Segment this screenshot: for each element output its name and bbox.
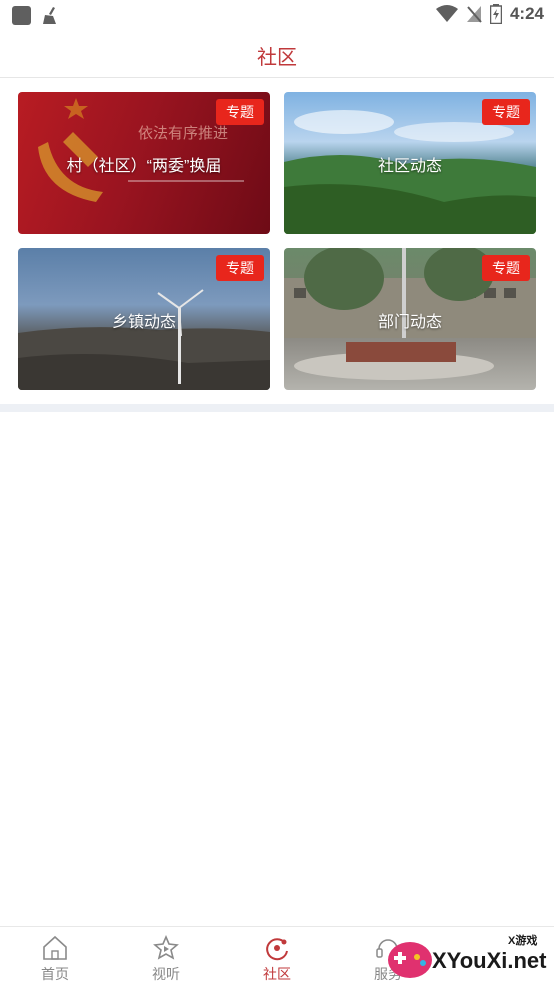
card-community-news[interactable]: 社区动态 专题: [284, 92, 536, 234]
battery-icon: [489, 4, 502, 24]
top-header: 社区: [0, 30, 554, 78]
clock-time: 4:24: [509, 4, 544, 23]
card-department-news[interactable]: 部门动态 专题: [284, 248, 536, 390]
play-star-icon: [153, 935, 179, 960]
nav-label: 首页: [41, 966, 69, 982]
watermark-text: XYouXi.net: [432, 948, 547, 973]
status-bar: 4:24: [0, 0, 554, 30]
topic-badge: 专题: [482, 99, 530, 125]
card-village-election[interactable]: 依法有序推进 村（社区）“两委”换届 专题: [18, 92, 270, 234]
card-title: 乡镇动态: [111, 314, 176, 331]
nav-label: 视听: [152, 966, 180, 982]
topic-badge: 专题: [216, 99, 264, 125]
card-township-news[interactable]: 乡镇动态 专题: [18, 248, 270, 390]
wifi-icon: [435, 5, 458, 22]
card-title: 社区动态: [377, 158, 442, 175]
community-icon: [266, 938, 288, 961]
site-watermark: X游戏 XYouXi.net: [384, 928, 554, 986]
nav-community[interactable]: 社区: [237, 935, 317, 984]
nav-home[interactable]: 首页: [15, 935, 95, 984]
decorative-line: [128, 180, 244, 182]
card-title: 村（社区）“两委”换届: [66, 158, 222, 175]
topic-badge: 专题: [216, 255, 264, 281]
nav-media[interactable]: 视听: [126, 935, 206, 984]
cleaner-icon: [43, 7, 56, 24]
card-title: 部门动态: [377, 314, 442, 331]
page-title: 社区: [257, 47, 297, 69]
home-icon: [43, 935, 67, 960]
notification-square-icon: [12, 5, 31, 25]
gamepad-logo-icon: [388, 942, 432, 978]
card-overlay-slogan: 依法有序推进: [138, 124, 229, 142]
section-divider: [0, 404, 554, 412]
topic-badge: 专题: [482, 255, 530, 281]
nav-label: 社区: [263, 966, 291, 982]
watermark-small-text: X游戏: [508, 935, 538, 947]
no-signal-icon: [466, 6, 482, 23]
